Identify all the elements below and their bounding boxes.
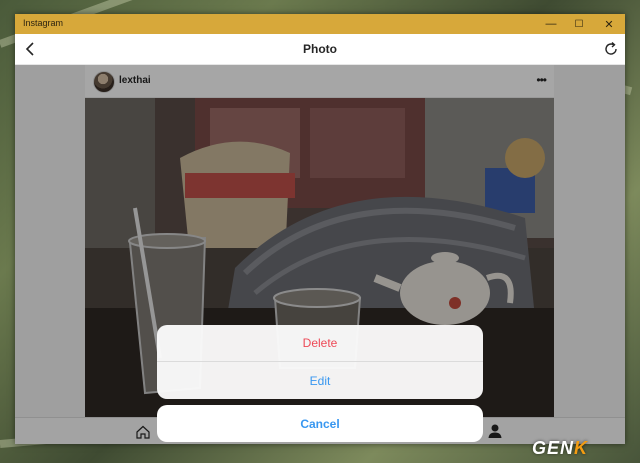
- cancel-button[interactable]: Cancel: [157, 405, 483, 442]
- nav-bar: Photo: [15, 34, 625, 65]
- title-bar: Instagram — ☐ ✕: [15, 14, 625, 34]
- action-sheet: Delete Edit: [157, 325, 483, 399]
- delete-button[interactable]: Delete: [157, 325, 483, 362]
- maximize-button[interactable]: ☐: [565, 14, 593, 34]
- genk-watermark-logo: GENK: [532, 438, 588, 459]
- page-title: Photo: [303, 42, 337, 56]
- window-title: Instagram: [23, 18, 64, 28]
- app-window: Instagram — ☐ ✕ Photo lexthai ••• Delete…: [15, 14, 625, 444]
- minimize-button[interactable]: —: [537, 14, 565, 34]
- watermark-accent: K: [574, 438, 589, 458]
- edit-button[interactable]: Edit: [157, 362, 483, 399]
- close-button[interactable]: ✕: [595, 14, 623, 34]
- refresh-icon[interactable]: [603, 41, 619, 57]
- watermark-text: GEN: [532, 438, 575, 458]
